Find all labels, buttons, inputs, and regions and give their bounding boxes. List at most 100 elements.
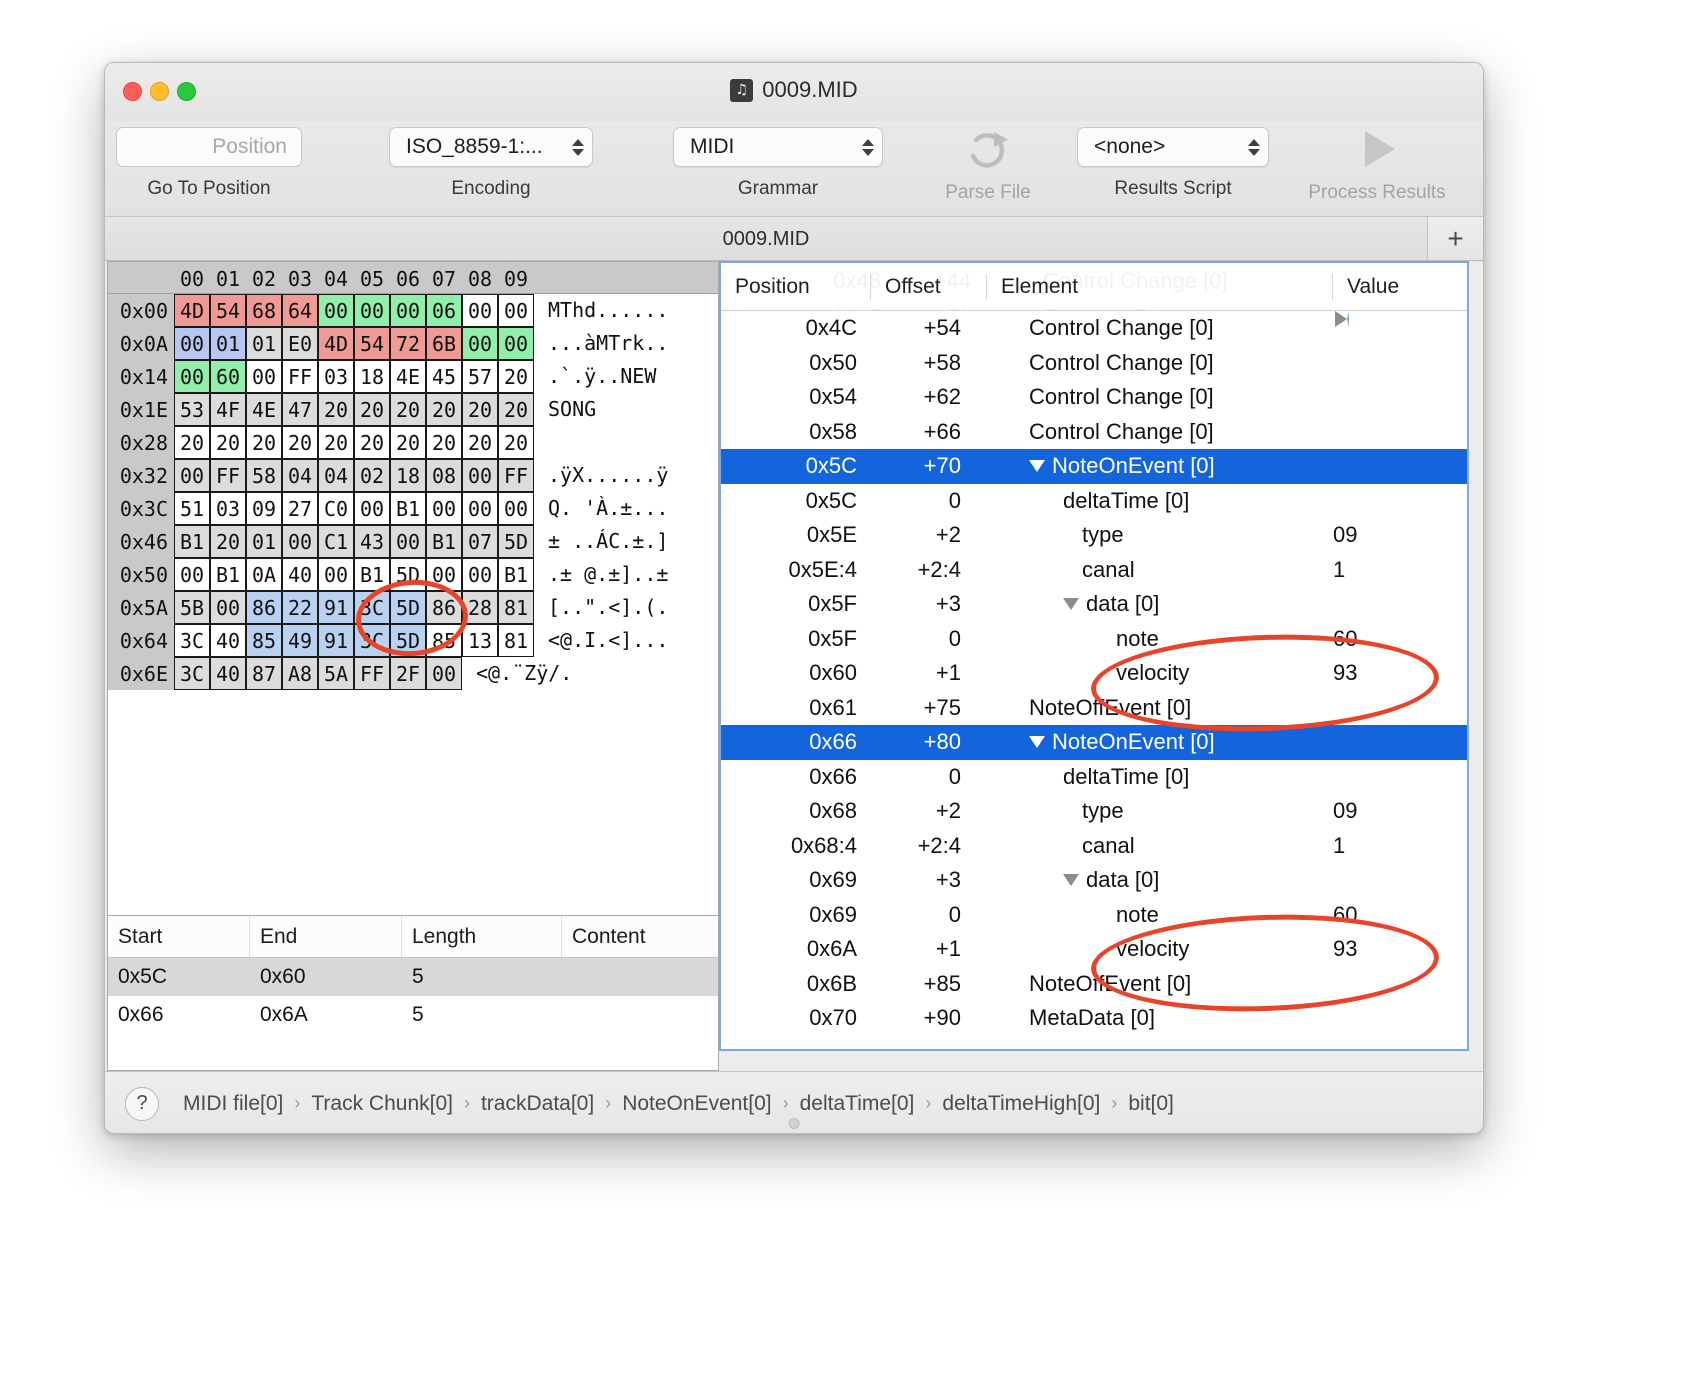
breadcrumb-item[interactable]: trackData[0] (481, 1092, 594, 1116)
hex-byte[interactable]: 00 (318, 294, 354, 327)
hex-editor[interactable]: 00 01 02 03 04 05 06 07 08 09 0x00 4D 54 68 64 00 00 00 0… (107, 261, 719, 916)
hex-byte[interactable]: 45 (426, 360, 462, 393)
hex-byte[interactable]: 00 (174, 459, 210, 492)
hex-row[interactable]: 0x5A 5B 00 86 22 91 3C 5D 86 28 81 [..".<].(. (108, 591, 718, 624)
hex-byte[interactable]: 00 (462, 459, 498, 492)
column-element[interactable]: Element (987, 273, 1333, 300)
hex-byte[interactable]: 47 (282, 393, 318, 426)
hex-byte[interactable]: 20 (462, 426, 498, 459)
hex-byte[interactable]: C0 (318, 492, 354, 525)
hex-byte[interactable]: 5A (318, 657, 354, 690)
hex-byte[interactable]: 85 (246, 624, 282, 657)
hex-byte[interactable]: 54 (354, 327, 390, 360)
hex-byte[interactable]: 86 (246, 591, 282, 624)
hex-byte[interactable]: 00 (426, 657, 462, 690)
hex-byte[interactable]: 20 (174, 426, 210, 459)
resize-grip[interactable] (788, 1118, 800, 1129)
hex-byte[interactable]: 4D (174, 294, 210, 327)
hex-byte[interactable]: 20 (246, 426, 282, 459)
hex-byte[interactable]: 5B (174, 591, 210, 624)
hex-byte[interactable]: 4E (390, 360, 426, 393)
hex-byte[interactable]: 91 (318, 591, 354, 624)
position-input[interactable]: Position (116, 127, 302, 167)
hex-byte[interactable]: 00 (174, 360, 210, 393)
hex-byte[interactable]: 5D (390, 624, 426, 657)
hex-byte[interactable]: 00 (498, 294, 534, 327)
column-offset[interactable]: Offset (871, 273, 987, 300)
hex-row[interactable]: 0x1E 53 4F 4E 47 20 20 20 20 20 20 SONG (108, 393, 718, 426)
hex-byte[interactable]: 00 (462, 327, 498, 360)
hex-byte[interactable]: 01 (246, 327, 282, 360)
hex-row[interactable]: 0x0A 00 01 01 E0 4D 54 72 6B 00 00 ...àMTrk.. (108, 327, 718, 360)
breadcrumb-item[interactable]: bit[0] (1128, 1092, 1174, 1116)
hex-byte[interactable]: 86 (426, 591, 462, 624)
results-row[interactable]: 0x61 +75 NoteOffEvent [0] (721, 311, 1467, 726)
hex-byte[interactable]: 91 (318, 624, 354, 657)
results-row[interactable]: 0x69 +3 data [0] (721, 863, 1467, 898)
column-value[interactable]: Value (1333, 274, 1467, 300)
breadcrumb-item[interactable]: MIDI file[0] (183, 1092, 283, 1116)
hex-byte[interactable]: 53 (174, 393, 210, 426)
hex-byte[interactable]: 40 (282, 558, 318, 591)
results-row[interactable]: 0x5F 0 note 60 (721, 622, 1467, 657)
segments-table[interactable]: Start End Length Content 0x5C 0x60 5 0x66 0x… (107, 916, 719, 1071)
chevron-down-icon[interactable] (1063, 874, 1079, 887)
help-button[interactable]: ? (125, 1086, 159, 1121)
add-tab-button[interactable]: + (1427, 217, 1483, 260)
hex-byte[interactable]: 3C (354, 591, 390, 624)
results-row[interactable]: 0x66 0 deltaTime [0] (721, 311, 1467, 795)
hex-byte[interactable]: 20 (426, 393, 462, 426)
hex-byte[interactable]: 20 (498, 393, 534, 426)
hex-byte[interactable]: B1 (426, 525, 462, 558)
hex-byte[interactable]: 18 (354, 360, 390, 393)
hex-byte[interactable]: 20 (282, 426, 318, 459)
hex-byte[interactable]: B1 (354, 558, 390, 591)
results-row[interactable]: 0x5E +2 type 09 (721, 518, 1467, 553)
hex-byte[interactable]: 20 (210, 426, 246, 459)
hex-byte[interactable]: 4E (246, 393, 282, 426)
hex-byte[interactable]: 3C (174, 624, 210, 657)
hex-byte[interactable]: 20 (426, 426, 462, 459)
parse-file-button[interactable] (952, 127, 1024, 171)
hex-byte[interactable]: 00 (426, 558, 462, 591)
hex-byte[interactable]: 64 (282, 294, 318, 327)
hex-byte[interactable]: 22 (282, 591, 318, 624)
hex-row[interactable]: 0x28 20 20 20 20 20 20 20 20 20 20 (108, 426, 718, 459)
hex-byte[interactable]: 00 (462, 492, 498, 525)
results-row[interactable]: 0x4C +54 Control Change [0] (721, 311, 1467, 346)
hex-byte[interactable]: 07 (462, 525, 498, 558)
hex-byte[interactable]: 18 (390, 459, 426, 492)
hex-byte[interactable]: 20 (462, 393, 498, 426)
hex-byte[interactable]: 49 (282, 624, 318, 657)
hex-byte[interactable]: FF (498, 459, 534, 492)
hex-byte[interactable]: 4F (210, 393, 246, 426)
hex-byte[interactable]: 06 (426, 294, 462, 327)
results-row[interactable]: 0x50 +58 Control Change [0] (721, 311, 1467, 381)
chevron-down-icon[interactable] (1063, 598, 1079, 611)
hex-row[interactable]: 0x3C 51 03 09 27 C0 00 B1 00 00 00 Q. 'À.±... (108, 492, 718, 525)
hex-byte[interactable]: 72 (390, 327, 426, 360)
hex-row[interactable]: 0x14 00 60 00 FF 03 18 4E 45 57 20 .`.ÿ..NEW (108, 360, 718, 393)
hex-byte[interactable]: 3C (174, 657, 210, 690)
hex-byte[interactable]: 87 (246, 657, 282, 690)
hex-byte[interactable]: 00 (390, 525, 426, 558)
hex-byte[interactable]: 20 (498, 426, 534, 459)
results-row[interactable]: 0x58 +66 Control Change [0] (721, 311, 1467, 450)
hex-byte[interactable]: 20 (318, 426, 354, 459)
hex-byte[interactable]: 5D (390, 591, 426, 624)
hex-byte[interactable]: 09 (246, 492, 282, 525)
hex-byte[interactable]: 00 (354, 294, 390, 327)
tab-0009-mid[interactable]: 0009.MID (105, 217, 1427, 261)
hex-byte[interactable]: 04 (318, 459, 354, 492)
hex-byte[interactable]: 57 (462, 360, 498, 393)
hex-byte[interactable]: 20 (210, 525, 246, 558)
process-results-button[interactable] (1341, 127, 1413, 171)
hex-byte[interactable]: 00 (210, 591, 246, 624)
breadcrumb-item[interactable]: deltaTimeHigh[0] (942, 1092, 1100, 1116)
hex-byte[interactable]: 00 (354, 492, 390, 525)
hex-byte[interactable]: 01 (210, 327, 246, 360)
hex-byte[interactable]: 00 (318, 558, 354, 591)
hex-byte[interactable]: 00 (498, 492, 534, 525)
results-row-selected[interactable]: 0x66 +80 NoteOnEvent [0] (721, 725, 1467, 760)
hex-byte[interactable]: 02 (354, 459, 390, 492)
